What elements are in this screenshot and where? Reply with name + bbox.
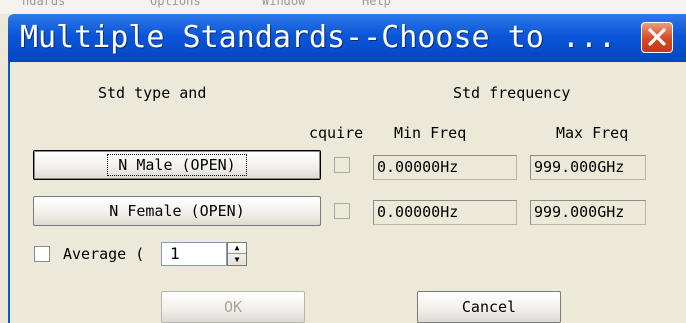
standard-button-label: N Female (OPEN) [109, 202, 245, 220]
close-icon [648, 28, 666, 46]
average-count-input[interactable]: 1 [161, 242, 227, 266]
dialog-title: Multiple Standards--Choose to ... [20, 20, 617, 55]
bg-menu-item: Window [262, 0, 306, 8]
standard-button-label: N Male (OPEN) [107, 154, 247, 176]
dialog-body: Std type and Std frequency cquire Min Fr… [8, 62, 686, 323]
min-freq-field[interactable]: 0.00000Hz [373, 155, 517, 180]
average-label: Average ( [63, 245, 145, 263]
max-freq-field[interactable]: 999.000GHz [530, 200, 646, 225]
average-spinner[interactable]: ▲ ▼ [227, 242, 247, 266]
bg-menu-item: ndards [22, 0, 66, 8]
dialog-titlebar[interactable]: Multiple Standards--Choose to ... [8, 14, 686, 62]
ok-button[interactable]: OK [161, 291, 305, 323]
close-button[interactable] [641, 22, 673, 53]
min-freq-header: Min Freq [394, 124, 467, 142]
average-checkbox[interactable] [34, 246, 50, 262]
cancel-button[interactable]: Cancel [417, 291, 561, 323]
std-frequency-header: Std frequency [453, 84, 571, 102]
acquire-checkbox[interactable] [334, 157, 350, 173]
bg-menu-item: Help [362, 0, 391, 8]
background-app-menubar: ndards Options Window Help [0, 0, 686, 14]
standard-button-n-female-open[interactable]: N Female (OPEN) [33, 196, 321, 226]
spin-down-icon[interactable]: ▼ [228, 254, 246, 265]
spin-up-icon[interactable]: ▲ [228, 243, 246, 254]
standard-button-n-male-open[interactable]: N Male (OPEN) [33, 150, 321, 180]
std-type-header: Std type and [98, 84, 207, 102]
acquire-checkbox[interactable] [334, 203, 350, 219]
min-freq-field[interactable]: 0.00000Hz [373, 200, 517, 225]
max-freq-field[interactable]: 999.000GHz [530, 155, 646, 180]
bg-menu-item: Options [150, 0, 201, 8]
max-freq-header: Max Freq [556, 124, 629, 142]
acquire-header: cquire [309, 124, 364, 142]
